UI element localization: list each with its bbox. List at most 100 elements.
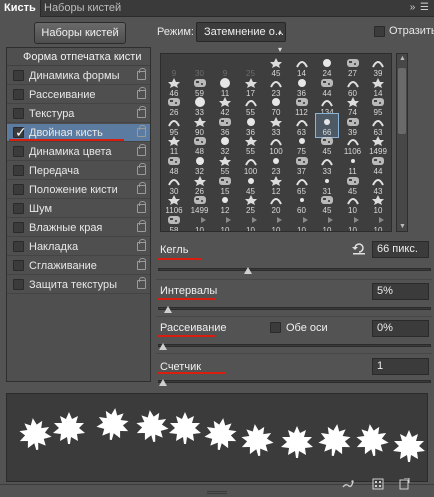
list-item-color-dynamics[interactable]: Динамика цвета bbox=[7, 143, 150, 161]
list-item-label: Накладка bbox=[29, 241, 79, 253]
leaf-stamp bbox=[356, 424, 389, 456]
count-slider-knob[interactable] bbox=[159, 379, 167, 386]
scatter-slider[interactable] bbox=[158, 343, 431, 350]
size-slider[interactable] bbox=[158, 267, 431, 274]
list-item-label: Передача bbox=[29, 165, 80, 177]
reset-icon[interactable] bbox=[352, 242, 366, 255]
scattering-checkbox[interactable] bbox=[13, 89, 24, 100]
brush-tip-cell[interactable]: 10 bbox=[342, 212, 364, 231]
protect-texture-checkbox[interactable] bbox=[13, 279, 24, 290]
lock-icon[interactable] bbox=[137, 182, 146, 194]
panel-menu-icon[interactable]: » ☰ bbox=[410, 2, 430, 13]
count-field[interactable]: 1 bbox=[372, 358, 429, 375]
lock-icon[interactable] bbox=[137, 220, 146, 232]
brush-pose-checkbox[interactable] bbox=[13, 184, 24, 195]
list-item-shape-dynamics[interactable]: Динамика формы bbox=[7, 67, 150, 85]
list-item-label: Текстура bbox=[29, 108, 75, 120]
list-item-transfer[interactable]: Передача bbox=[7, 162, 150, 180]
spacing-slider[interactable] bbox=[158, 306, 431, 313]
brush-grid-scrollbar[interactable]: ▲ ▼ bbox=[396, 53, 408, 232]
transfer-checkbox[interactable] bbox=[13, 165, 24, 176]
mode-select[interactable]: Затемнение о... ▴ ▾ bbox=[196, 22, 286, 54]
lock-icon[interactable] bbox=[137, 106, 146, 118]
scatter-field[interactable]: 0% bbox=[372, 320, 429, 337]
scatter-slider-knob[interactable] bbox=[159, 343, 167, 350]
leaf-stamp bbox=[19, 418, 52, 450]
list-item-build-up[interactable]: Накладка bbox=[7, 238, 150, 256]
list-item-wet-edges[interactable]: Влажные края bbox=[7, 219, 150, 237]
brush-tip-grid[interactable]: 9 30 9 25 45 14 24 27 39 46 59 11 17 23 36 44 60 14 26 33 42… bbox=[160, 53, 392, 232]
highlight-underline bbox=[158, 335, 216, 337]
lock-icon[interactable] bbox=[137, 144, 146, 156]
brush-tip-cell[interactable]: 10 bbox=[240, 212, 262, 231]
brush-preview-icon[interactable] bbox=[342, 478, 354, 490]
list-item-label: Защита текстуры bbox=[29, 279, 118, 291]
list-item-label: Рассеивание bbox=[29, 89, 96, 101]
brush-tip-cell[interactable]: 58 bbox=[163, 212, 185, 231]
brush-tip-size: 10 bbox=[220, 225, 230, 232]
leaf-stamp bbox=[393, 430, 425, 462]
brush-tip-shape-item[interactable]: Форма отпечатка кисти bbox=[7, 48, 150, 66]
divider bbox=[156, 353, 432, 354]
list-item-brush-pose[interactable]: Положение кисти bbox=[7, 181, 150, 199]
smoothing-checkbox[interactable] bbox=[13, 260, 24, 271]
list-item-texture[interactable]: Текстура bbox=[7, 105, 150, 123]
brush-tip-cell[interactable]: 10 bbox=[367, 212, 389, 231]
shape-dynamics-checkbox[interactable] bbox=[13, 70, 24, 81]
brush-tip-cell[interactable]: 10 bbox=[214, 212, 236, 232]
lock-icon[interactable] bbox=[137, 201, 146, 213]
lock-icon[interactable] bbox=[137, 125, 146, 137]
brush-tip-cell[interactable]: 10 bbox=[291, 212, 313, 231]
count-slider[interactable] bbox=[158, 379, 431, 386]
lock-icon[interactable] bbox=[137, 87, 146, 99]
list-item-smoothing[interactable]: Сглаживание bbox=[7, 257, 150, 275]
brush-tip-cell[interactable]: 10 bbox=[265, 212, 287, 231]
brush-stroke-preview bbox=[6, 393, 428, 482]
leaf-stamp bbox=[204, 418, 237, 450]
leaf-stamp bbox=[169, 412, 201, 444]
leaf-stamp bbox=[96, 408, 129, 440]
grid-icon[interactable] bbox=[372, 478, 384, 490]
texture-checkbox[interactable] bbox=[13, 108, 24, 119]
tab-brush-presets[interactable]: Наборы кистей bbox=[40, 0, 125, 17]
leaf-stamp bbox=[53, 412, 85, 444]
lock-icon[interactable] bbox=[137, 277, 146, 289]
lock-icon[interactable] bbox=[137, 239, 146, 251]
divider bbox=[156, 279, 432, 280]
list-item-label: Влажные края bbox=[29, 222, 103, 234]
leaf-stamp bbox=[281, 426, 313, 458]
list-item-label: Динамика цвета bbox=[29, 146, 112, 158]
brush-settings-list: Форма отпечатка кисти Динамика формы Рас… bbox=[6, 47, 151, 382]
list-item-scattering[interactable]: Рассеивание bbox=[7, 86, 150, 104]
resize-gripper[interactable] bbox=[207, 491, 227, 494]
size-slider-knob[interactable] bbox=[243, 267, 252, 274]
list-item-label: Сглаживание bbox=[29, 260, 97, 272]
scrollbar-thumb[interactable] bbox=[398, 68, 406, 134]
tab-brush[interactable]: Кисть bbox=[0, 0, 41, 17]
build-up-checkbox[interactable] bbox=[13, 241, 24, 252]
lock-icon[interactable] bbox=[137, 163, 146, 175]
brush-tip-cell[interactable]: 10 bbox=[189, 212, 211, 231]
size-field[interactable]: 66 пикс. bbox=[372, 241, 429, 258]
scroll-down-icon[interactable]: ▼ bbox=[398, 223, 407, 230]
lock-icon[interactable] bbox=[137, 68, 146, 80]
flip-checkbox[interactable] bbox=[374, 26, 385, 37]
dual-brush-checkbox[interactable]: ✓ bbox=[13, 124, 27, 140]
new-brush-icon[interactable] bbox=[398, 478, 410, 490]
lock-icon[interactable] bbox=[137, 258, 146, 270]
highlight-underline bbox=[9, 139, 124, 141]
spacing-field[interactable]: 5% bbox=[372, 283, 429, 300]
leaf-stamp bbox=[318, 424, 351, 456]
spacing-slider-knob[interactable] bbox=[164, 306, 173, 313]
list-item-noise[interactable]: Шум bbox=[7, 200, 150, 218]
divider bbox=[156, 316, 432, 317]
brush-tip-cell[interactable]: 10 bbox=[316, 212, 338, 231]
both-axes-checkbox[interactable] bbox=[270, 322, 281, 333]
list-item-label: Положение кисти bbox=[29, 184, 118, 196]
color-dynamics-checkbox[interactable] bbox=[13, 146, 24, 157]
brush-presets-button[interactable]: Наборы кистей bbox=[34, 22, 126, 44]
scroll-up-icon[interactable]: ▲ bbox=[398, 55, 407, 62]
list-item-protect-texture[interactable]: Защита текстуры bbox=[7, 276, 150, 294]
wet-edges-checkbox[interactable] bbox=[13, 222, 24, 233]
noise-checkbox[interactable] bbox=[13, 203, 24, 214]
